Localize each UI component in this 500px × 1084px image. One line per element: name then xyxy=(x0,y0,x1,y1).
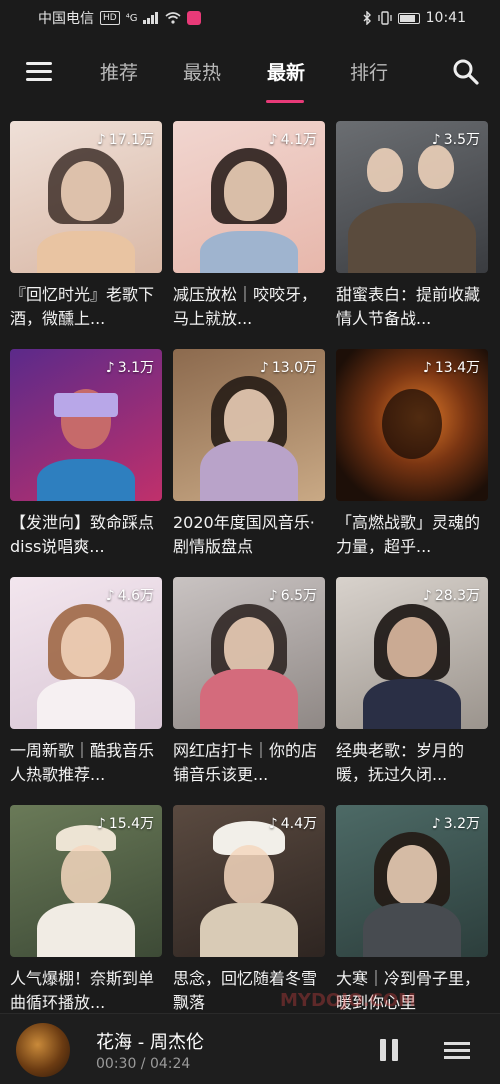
play-count: ♪ 3.5万 xyxy=(432,129,480,149)
playlist-cover: ♪ 3.2万 xyxy=(336,805,488,957)
active-tab-indicator xyxy=(266,100,304,103)
playlist-grid: ♪ 17.1万 『回忆时光』老歌下酒，微醺上... ♪ 4.1万 减压放松｜咬咬牙，… xyxy=(10,121,490,1033)
play-count-value: 28.3万 xyxy=(434,588,480,604)
playlist-title: 经典老歌：岁月的暖，抚过久闭... xyxy=(336,741,465,784)
playlist-card[interactable]: ♪ 15.4万 人气爆棚！奈斯到单曲循环播放... xyxy=(10,805,162,1033)
playlist-queue-icon[interactable] xyxy=(444,1042,470,1060)
play-count: ♪ 17.1万 xyxy=(97,129,154,149)
bluetooth-icon xyxy=(363,11,371,25)
hd-badge: HD xyxy=(100,11,120,25)
playlist-title: 网红店打卡｜你的店铺音乐该更... xyxy=(173,741,318,784)
play-count: ♪ 6.5万 xyxy=(269,585,317,605)
music-note-icon: ♪ xyxy=(422,588,432,604)
play-count: ♪ 3.2万 xyxy=(432,813,480,833)
play-count-value: 17.1万 xyxy=(108,132,154,148)
playlist-title: 人气爆棚！奈斯到单曲循环播放... xyxy=(10,969,155,1012)
playlist-cover: ♪ 4.1万 xyxy=(173,121,325,273)
status-bar: 中国电信 HD ⁴G 10:41 xyxy=(0,0,500,36)
playlist-cover: ♪ 4.4万 xyxy=(173,805,325,957)
playlist-cover: ♪ 3.1万 xyxy=(10,349,162,501)
pause-icon[interactable] xyxy=(380,1039,400,1061)
playlist-cover: ♪ 28.3万 xyxy=(336,577,488,729)
playlist-cover: ♪ 3.5万 xyxy=(336,121,488,273)
tab-hottest[interactable]: 最热 xyxy=(183,58,221,85)
player-album-art[interactable] xyxy=(16,1023,70,1077)
playlist-title: 「高燃战歌」灵魂的力量，超乎... xyxy=(336,513,481,556)
wifi-icon xyxy=(165,12,181,24)
playlist-card[interactable]: ♪ 17.1万 『回忆时光』老歌下酒，微醺上... xyxy=(10,121,162,349)
playlist-card[interactable]: ♪ 3.1万 【发泄向】致命踩点diss说唱爽... xyxy=(10,349,162,577)
carrier-label: 中国电信 xyxy=(38,11,94,27)
clock: 10:41 xyxy=(425,10,466,26)
play-count-value: 4.4万 xyxy=(280,816,317,832)
top-nav: 推荐 最热 最新 排行 xyxy=(0,36,500,112)
play-count-value: 3.5万 xyxy=(443,132,480,148)
tab-recommend[interactable]: 推荐 xyxy=(100,58,138,85)
play-count-value: 6.5万 xyxy=(280,588,317,604)
play-count-value: 3.1万 xyxy=(117,360,154,376)
playlist-card[interactable]: ♪ 3.5万 甜蜜表白：提前收藏情人节备战... xyxy=(336,121,488,349)
playlist-cover: ♪ 4.6万 xyxy=(10,577,162,729)
playlist-title: 一周新歌｜酷我音乐人热歌推荐... xyxy=(10,741,155,784)
play-count: ♪ 15.4万 xyxy=(97,813,154,833)
playlist-cover: ♪ 6.5万 xyxy=(173,577,325,729)
watermark: MYDOJO.COM xyxy=(280,990,417,1011)
music-note-icon: ♪ xyxy=(96,816,106,832)
music-note-icon: ♪ xyxy=(431,816,441,832)
battery-icon xyxy=(397,12,420,24)
play-count: ♪ 13.0万 xyxy=(260,357,317,377)
menu-icon[interactable] xyxy=(26,62,52,82)
playlist-title: 减压放松｜咬咬牙，马上就放... xyxy=(173,285,318,328)
playlist-cover: ♪ 13.4万 xyxy=(336,349,488,501)
tab-ranking[interactable]: 排行 xyxy=(350,58,388,85)
playlist-title: 【发泄向】致命踩点diss说唱爽... xyxy=(10,513,155,556)
playlist-card[interactable]: ♪ 28.3万 经典老歌：岁月的暖，抚过久闭... xyxy=(336,577,488,805)
music-note-icon: ♪ xyxy=(431,132,441,148)
playlist-card[interactable]: ♪ 13.4万 「高燃战歌」灵魂的力量，超乎... xyxy=(336,349,488,577)
tab-newest[interactable]: 最新 xyxy=(267,58,305,85)
status-right: 10:41 xyxy=(362,10,466,26)
network-type: ⁴G xyxy=(125,12,138,24)
music-note-icon: ♪ xyxy=(268,816,278,832)
play-count: ♪ 4.4万 xyxy=(269,813,317,833)
music-note-icon: ♪ xyxy=(96,132,106,148)
music-note-icon: ♪ xyxy=(268,132,278,148)
play-count: ♪ 4.1万 xyxy=(269,129,317,149)
playlist-card[interactable]: ♪ 6.5万 网红店打卡｜你的店铺音乐该更... xyxy=(173,577,325,805)
playlist-card[interactable]: ♪ 13.0万 2020年度国风音乐·剧情版盘点 xyxy=(173,349,325,577)
music-note-icon: ♪ xyxy=(105,588,115,604)
music-note-icon: ♪ xyxy=(268,588,278,604)
search-icon[interactable] xyxy=(452,58,480,86)
playlist-card[interactable]: ♪ 4.1万 减压放松｜咬咬牙，马上就放... xyxy=(173,121,325,349)
play-count-value: 4.1万 xyxy=(280,132,317,148)
play-count: ♪ 4.6万 xyxy=(106,585,154,605)
app-notification-icon xyxy=(187,11,202,25)
playlist-title: 『回忆时光』老歌下酒，微醺上... xyxy=(10,285,155,328)
play-count-value: 13.0万 xyxy=(271,360,317,376)
music-note-icon: ♪ xyxy=(105,360,115,376)
play-count: ♪ 13.4万 xyxy=(423,357,480,377)
playlist-title: 2020年度国风音乐·剧情版盘点 xyxy=(173,513,315,556)
playlist-card[interactable]: ♪ 4.6万 一周新歌｜酷我音乐人热歌推荐... xyxy=(10,577,162,805)
player-progress-time: 00:30 / 04:24 xyxy=(96,1056,191,1072)
music-note-icon: ♪ xyxy=(259,360,269,376)
playlist-cover: ♪ 13.0万 xyxy=(173,349,325,501)
player-track-title[interactable]: 花海 - 周杰伦 xyxy=(96,1028,204,1054)
music-note-icon: ♪ xyxy=(422,360,432,376)
signal-icon xyxy=(143,12,159,24)
mini-player[interactable]: 花海 - 周杰伦 00:30 / 04:24 xyxy=(0,1013,500,1084)
play-count-value: 4.6万 xyxy=(117,588,154,604)
vibrate-icon xyxy=(377,11,392,25)
play-count: ♪ 28.3万 xyxy=(423,585,480,605)
play-count-value: 13.4万 xyxy=(434,360,480,376)
playlist-cover: ♪ 15.4万 xyxy=(10,805,162,957)
play-count-value: 15.4万 xyxy=(108,816,154,832)
play-count: ♪ 3.1万 xyxy=(106,357,154,377)
status-left: 中国电信 HD ⁴G xyxy=(38,8,202,28)
playlist-cover: ♪ 17.1万 xyxy=(10,121,162,273)
playlist-title: 甜蜜表白：提前收藏情人节备战... xyxy=(336,285,481,328)
play-count-value: 3.2万 xyxy=(443,816,480,832)
